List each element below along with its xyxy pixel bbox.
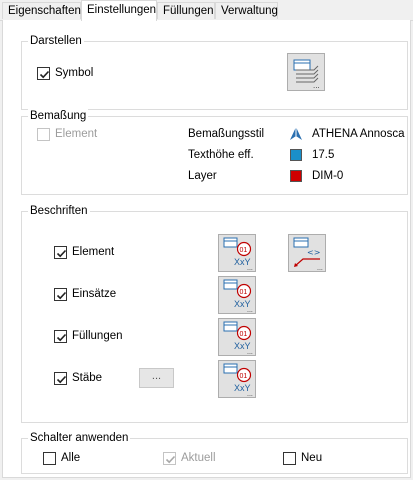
svg-text:01: 01 xyxy=(240,289,248,296)
staebe-more-button[interactable]: ... xyxy=(139,368,174,388)
tab-fuellungen[interactable]: Füllungen xyxy=(157,2,215,19)
bemassungsstil-value[interactable]: ATHENA Annosca xyxy=(312,127,407,142)
checkmark-icon xyxy=(56,249,67,258)
label-01-xxy-icon: 01 XxY ... xyxy=(223,363,253,397)
layers-symbol-icon: ... xyxy=(293,59,320,90)
label-01-xxy-icon: 01 XxY ... xyxy=(223,279,253,313)
einsaetze-label-style-button[interactable]: 01 XxY ... xyxy=(218,276,256,314)
texthoehe-value[interactable]: 17.5 xyxy=(312,148,334,163)
tab-eigenschaften[interactable]: Eigenschaften xyxy=(2,2,81,19)
svg-text:...: ... xyxy=(247,265,253,271)
label-01-xxy-icon: 01 XxY ... xyxy=(223,237,253,271)
staebe-label-style-button[interactable]: 01 XxY ... xyxy=(218,360,256,398)
bemassungsstil-label: Bemaßungsstil xyxy=(188,128,265,140)
alle-checkbox[interactable] xyxy=(43,452,56,465)
bemassung-element-checkbox[interactable] xyxy=(37,128,50,141)
group-bemassung: Bemaßung Element Bemaßungsstil ATHENA An… xyxy=(21,109,408,195)
checkmark-icon xyxy=(39,70,50,79)
beschriften-staebe-checkbox[interactable] xyxy=(54,372,67,385)
group-title-beschriften: Beschriften xyxy=(28,204,90,219)
beschriften-element-checkbox[interactable] xyxy=(54,246,67,259)
svg-text:<>: <> xyxy=(307,248,320,257)
group-title-schalter: Schalter anwenden xyxy=(28,431,131,446)
neu-checkbox[interactable] xyxy=(283,452,296,465)
checkmark-icon xyxy=(165,455,176,464)
checkmark-icon xyxy=(56,375,67,384)
checkmark-icon xyxy=(56,333,67,342)
texthoehe-color-swatch xyxy=(290,149,302,161)
beschriften-element-label: Element xyxy=(72,246,115,258)
alle-label: Alle xyxy=(61,452,81,464)
group-title-darstellen: Darstellen xyxy=(28,34,84,49)
beschriften-einsaetze-checkbox[interactable] xyxy=(54,288,67,301)
group-beschriften: Beschriften Element 01 XxY ... <> ... Ei… xyxy=(21,204,408,423)
symbol-label: Symbol xyxy=(55,67,94,79)
svg-text:...: ... xyxy=(247,391,253,397)
tab-einstellungen[interactable]: Einstellungen xyxy=(81,0,157,21)
beschriften-staebe-label: Stäbe xyxy=(72,372,103,384)
layer-label: Layer xyxy=(188,170,217,182)
symbol-checkbox[interactable] xyxy=(37,67,50,80)
element-label-style-button[interactable]: 01 XxY ... xyxy=(218,234,256,272)
symbol-settings-button[interactable]: ... xyxy=(287,53,325,91)
beschriften-fuellungen-label: Füllungen xyxy=(72,330,123,342)
texthoehe-label: Texthöhe eff. xyxy=(188,149,254,161)
svg-text:...: ... xyxy=(247,307,253,313)
aktuell-label: Aktuell xyxy=(181,452,216,464)
dimension-style-icon xyxy=(290,127,302,140)
group-schalter-anwenden: Schalter anwenden Alle Aktuell Neu xyxy=(21,431,408,474)
tab-verwaltung[interactable]: Verwaltung xyxy=(215,2,278,19)
label-01-xxy-icon: 01 XxY ... xyxy=(223,321,253,355)
settings-panel: Darstellen Symbol ... Bemaßung Element B… xyxy=(2,20,411,478)
layer-color-swatch xyxy=(290,170,302,182)
group-title-bemassung: Bemaßung xyxy=(28,109,89,124)
beschriften-fuellungen-checkbox[interactable] xyxy=(54,330,67,343)
beschriften-einsaetze-label: Einsätze xyxy=(72,288,117,300)
neu-label: Neu xyxy=(301,452,323,464)
checkmark-icon xyxy=(56,291,67,300)
svg-text:01: 01 xyxy=(240,373,248,380)
fuellungen-label-style-button[interactable]: 01 XxY ... xyxy=(218,318,256,356)
bemassung-element-label: Element xyxy=(55,128,98,140)
svg-text:...: ... xyxy=(247,349,253,355)
svg-text:...: ... xyxy=(313,81,320,90)
element-label-position-button[interactable]: <> ... xyxy=(288,234,326,272)
tab-bar: Eigenschaften Einstellungen Füllungen Ve… xyxy=(0,0,413,21)
svg-text:01: 01 xyxy=(240,331,248,338)
svg-text:01: 01 xyxy=(240,247,248,254)
label-pointer-icon: <> ... xyxy=(293,237,323,271)
group-darstellen: Darstellen Symbol ... xyxy=(21,34,408,110)
svg-text:...: ... xyxy=(317,265,323,271)
layer-value[interactable]: DIM-0 xyxy=(312,169,343,184)
aktuell-checkbox[interactable] xyxy=(163,452,176,465)
